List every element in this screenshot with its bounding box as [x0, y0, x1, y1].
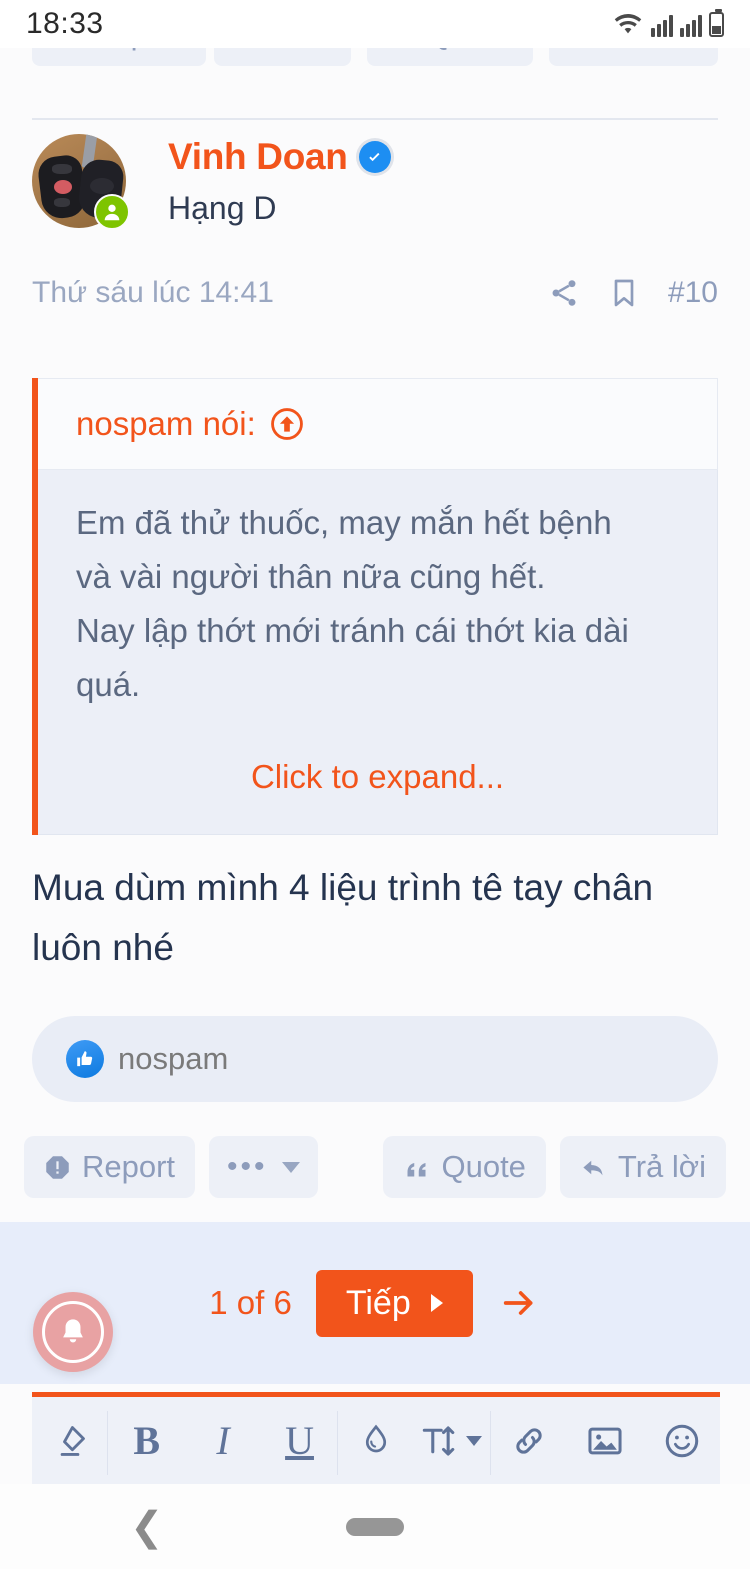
bold-icon: B [133, 1417, 160, 1463]
click-to-expand-link[interactable]: Click to expand... [76, 758, 679, 796]
insert-link-icon [516, 1427, 542, 1454]
post-meta-row: Thứ sáu lúc 14:41 #10 [32, 276, 718, 310]
reply-button-clipped[interactable]: Trả lời [548, 48, 718, 66]
author-rank: Hạng D [168, 190, 277, 226]
more-options-icon: ••• [227, 1150, 268, 1183]
jump-to-post-icon[interactable] [270, 407, 304, 441]
battery-charging-icon [709, 8, 724, 37]
page-count-label: 1 of 6 [209, 1284, 292, 1321]
quote-author[interactable]: nospam nói: [76, 405, 256, 443]
report-label: Report [82, 1149, 176, 1184]
quote-line: Em đã thử thuốc, may mắn hết bệnh [76, 504, 612, 541]
verified-check-icon [358, 141, 391, 173]
signal-bars-icon-2 [680, 11, 702, 37]
like-label-clipped: Like [273, 48, 330, 52]
insert-emoji-icon [665, 1424, 698, 1457]
quote-header: nospam nói: [38, 378, 718, 470]
author-name[interactable]: Vinh Doan [168, 136, 348, 178]
wifi-icon [614, 13, 642, 34]
next-page-label: Tiếp [345, 1283, 411, 1322]
quote-block[interactable]: nospam nói: Em đã thử thuốc, may mắn hết… [32, 378, 718, 835]
remove-formatting-button[interactable] [32, 1397, 109, 1484]
quote-label: Quote [441, 1149, 526, 1184]
bookmark-icon[interactable] [608, 276, 640, 310]
report-button[interactable]: Report [24, 1136, 196, 1198]
reaction-bar[interactable]: nospam [32, 1016, 718, 1102]
avatar[interactable] [32, 134, 130, 230]
report-octagon-icon [46, 1155, 69, 1179]
more-options-button[interactable]: ••• [209, 1136, 318, 1198]
facebook-like-icon [66, 1040, 104, 1078]
status-icons [612, 8, 724, 37]
insert-image-icon [588, 1427, 622, 1454]
italic-button[interactable]: I [185, 1397, 261, 1484]
post-date[interactable]: Thứ sáu lúc 14:41 [32, 276, 274, 310]
quote-line: quá. [76, 666, 141, 703]
back-chevron-icon[interactable]: ❮ [130, 1504, 164, 1550]
underline-icon: U [285, 1417, 314, 1463]
app-screen: 18:33 Report [0, 0, 750, 1569]
pagination-bar: 1 of 6 Tiếp [0, 1222, 750, 1384]
status-bar: 18:33 [0, 0, 750, 48]
text-color-button[interactable] [338, 1397, 414, 1484]
reaction-names: nospam [118, 1041, 229, 1076]
post-number[interactable]: #10 [668, 276, 718, 310]
status-clock: 18:33 [26, 7, 104, 40]
post-divider [32, 118, 718, 120]
quote-button[interactable]: Quote [383, 1136, 546, 1198]
font-size-button[interactable] [414, 1397, 492, 1484]
quote-line: Nay lập thớt mới tránh cái thớt kia dài [76, 612, 629, 649]
insert-image-button[interactable] [567, 1397, 643, 1484]
quote-marks-icon [407, 1162, 426, 1176]
editor-toolbar: B I U [32, 1392, 720, 1484]
chevron-down-icon [281, 1161, 300, 1173]
insert-emoji-button[interactable] [644, 1397, 720, 1484]
quote-button-clipped[interactable]: Quote [367, 48, 533, 66]
home-pill-icon[interactable] [346, 1517, 404, 1536]
quote-body: Em đã thử thuốc, may mắn hết bệnh và vài… [38, 470, 718, 835]
jump-last-page-button[interactable] [497, 1283, 541, 1323]
report-button-clipped[interactable]: Report [32, 48, 207, 66]
android-nav-bar: ❮ [0, 1484, 750, 1569]
underline-button[interactable]: U [261, 1397, 339, 1484]
post-actions: Report ••• Quote Trả lời [24, 1136, 726, 1198]
text-color-icon [365, 1424, 387, 1452]
author-block: Vinh Doan Hạng D [168, 136, 391, 227]
previous-post-actions-clipped: Report Like Quote Trả lời [0, 48, 750, 102]
notification-fab[interactable] [33, 1292, 113, 1372]
font-size-icon [422, 1422, 483, 1460]
quote-label-clipped: Quote [426, 48, 510, 52]
chevron-right-icon [430, 1294, 443, 1312]
online-user-icon [94, 194, 130, 230]
share-icon[interactable] [548, 276, 580, 310]
italic-icon: I [216, 1417, 230, 1463]
quote-line: và vài người thân nữa cũng hết. [76, 558, 546, 595]
next-page-button[interactable]: Tiếp [315, 1269, 473, 1337]
insert-link-button[interactable] [491, 1397, 567, 1484]
post-message-text: Mua dùm mình 4 liệu trình tê tay chân lu… [32, 867, 654, 968]
signal-bars-icon [651, 11, 673, 37]
notification-bell-icon [42, 1301, 104, 1363]
reply-label-clipped: Trả lời [608, 48, 696, 52]
reply-label: Trả lời [617, 1149, 706, 1184]
reply-arrow-icon [583, 1160, 603, 1175]
reply-button[interactable]: Trả lời [559, 1136, 726, 1198]
bold-button[interactable]: B [108, 1397, 184, 1484]
report-label-clipped: Report [91, 48, 184, 52]
remove-formatting-icon [60, 1425, 86, 1456]
arrow-right-icon [503, 1291, 533, 1315]
like-button-clipped[interactable]: Like [213, 48, 352, 66]
